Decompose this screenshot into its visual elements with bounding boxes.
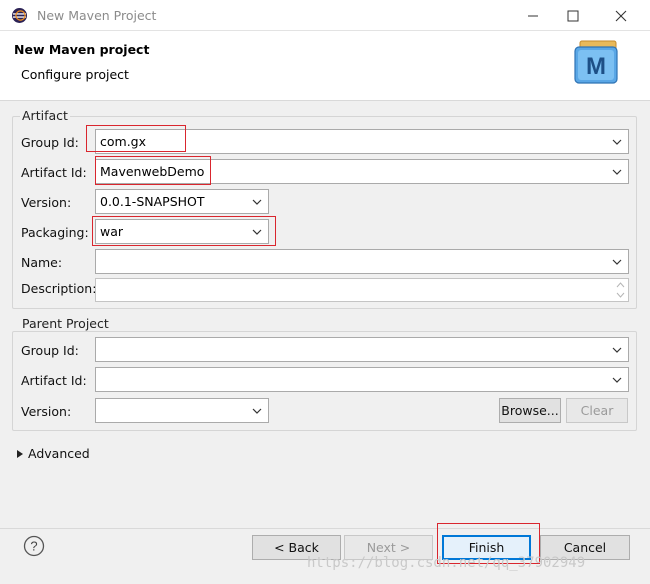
- expand-triangle-icon[interactable]: [16, 448, 24, 458]
- parent-group-id-combo[interactable]: [95, 337, 629, 362]
- name-label: Name:: [21, 255, 63, 270]
- artifact-id-label: Artifact Id:: [21, 165, 87, 180]
- chevron-down-icon: [612, 139, 622, 145]
- chevron-down-icon: [252, 199, 262, 205]
- maximize-icon[interactable]: [550, 0, 596, 31]
- footer-separator: [0, 528, 650, 529]
- eclipse-icon: [11, 7, 28, 24]
- parent-version-combo[interactable]: [95, 398, 269, 423]
- chevron-down-icon: [612, 347, 622, 353]
- title-bar: New Maven Project: [0, 0, 650, 31]
- svg-text:?: ?: [30, 539, 37, 554]
- parent-project-group-label: Parent Project: [20, 316, 111, 331]
- watermark-text: https://blog.csdn.net/qq_37902949: [307, 555, 586, 571]
- packaging-value: war: [100, 224, 124, 239]
- chevron-down-icon: [612, 259, 622, 265]
- advanced-toggle[interactable]: Advanced: [28, 446, 90, 461]
- maven-logo-icon: M: [572, 39, 622, 87]
- chevron-down-icon: [612, 169, 622, 175]
- page-title: New Maven project: [14, 42, 150, 57]
- packaging-combo[interactable]: war: [95, 219, 269, 244]
- close-icon[interactable]: [598, 0, 644, 31]
- version-value: 0.0.1-SNAPSHOT: [100, 194, 205, 209]
- group-id-value: com.gx: [100, 134, 147, 149]
- group-id-label: Group Id:: [21, 135, 79, 150]
- window-title: New Maven Project: [37, 8, 157, 23]
- artifact-id-value: MavenwebDemo: [100, 164, 205, 179]
- clear-button[interactable]: Clear: [566, 398, 628, 423]
- help-icon[interactable]: ?: [23, 535, 45, 557]
- version-label: Version:: [21, 195, 72, 210]
- packaging-label: Packaging:: [21, 225, 89, 240]
- svg-text:M: M: [586, 53, 606, 80]
- description-label: Description:: [21, 281, 97, 296]
- chevron-down-icon: [612, 377, 622, 383]
- artifact-group-label: Artifact: [20, 108, 70, 123]
- description-textarea[interactable]: [95, 278, 629, 302]
- page-subtitle: Configure project: [21, 67, 129, 82]
- parent-artifact-id-combo[interactable]: [95, 367, 629, 392]
- group-id-combo[interactable]: com.gx: [95, 129, 629, 154]
- description-scrollbar[interactable]: [615, 280, 626, 300]
- name-combo[interactable]: [95, 249, 629, 274]
- parent-version-label: Version:: [21, 404, 72, 419]
- parent-group-id-label: Group Id:: [21, 343, 79, 358]
- artifact-id-combo[interactable]: MavenwebDemo: [95, 159, 629, 184]
- version-combo[interactable]: 0.0.1-SNAPSHOT: [95, 189, 269, 214]
- chevron-down-icon: [252, 408, 262, 414]
- parent-artifact-id-label: Artifact Id:: [21, 373, 87, 388]
- browse-button[interactable]: Browse...: [499, 398, 561, 423]
- chevron-down-icon: [252, 229, 262, 235]
